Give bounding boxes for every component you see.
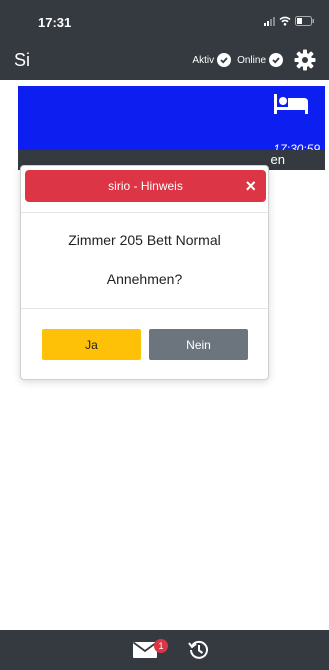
status-icons bbox=[264, 16, 315, 26]
notice-dialog: sirio - Hinweis × Zimmer 205 Bett Normal… bbox=[20, 165, 269, 380]
battery-icon bbox=[295, 16, 314, 26]
divider bbox=[21, 308, 268, 309]
dialog-message: Zimmer 205 Bett Normal bbox=[68, 232, 221, 248]
card-action-label: en bbox=[270, 152, 285, 167]
main-content: 17:30:59 en sirio - Hinweis × Zimmer 205… bbox=[0, 80, 329, 630]
status-time: 17:31 bbox=[38, 15, 72, 30]
dialog-title: sirio - Hinweis bbox=[108, 179, 183, 193]
call-card[interactable]: 17:30:59 bbox=[18, 86, 325, 156]
status-bar: 17:31 bbox=[0, 0, 329, 40]
history-icon[interactable] bbox=[188, 639, 210, 661]
accept-button[interactable]: Ja bbox=[42, 329, 141, 360]
close-icon[interactable]: × bbox=[245, 176, 256, 197]
wifi-icon bbox=[279, 16, 291, 26]
aktiv-label: Aktiv bbox=[192, 54, 215, 66]
app-title: Si bbox=[14, 50, 31, 70]
dialog-question: Annehmen? bbox=[106, 271, 183, 287]
signal-icon bbox=[264, 16, 275, 26]
bottom-bar: 1 bbox=[0, 630, 329, 670]
gear-icon[interactable] bbox=[293, 48, 317, 72]
dialog-header: sirio - Hinweis × bbox=[25, 170, 266, 202]
mail-count-badge: 1 bbox=[154, 639, 168, 653]
check-circle-icon bbox=[269, 53, 283, 67]
online-label: Online bbox=[237, 54, 266, 66]
connection-status: Aktiv Online bbox=[192, 48, 317, 72]
decline-button[interactable]: Nein bbox=[149, 329, 248, 360]
bed-icon bbox=[274, 94, 308, 114]
divider bbox=[21, 212, 268, 213]
app-header: Si Aktiv Online bbox=[0, 40, 329, 80]
check-circle-icon bbox=[217, 53, 232, 67]
